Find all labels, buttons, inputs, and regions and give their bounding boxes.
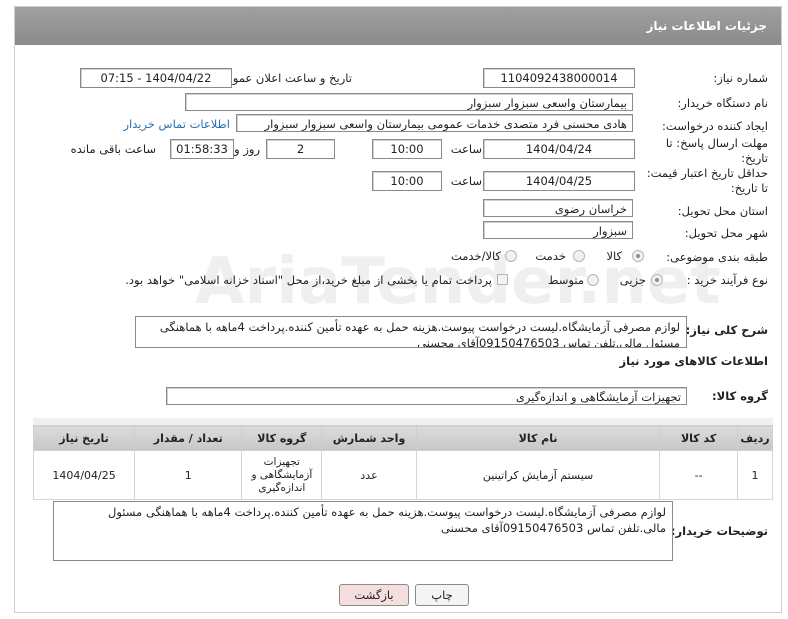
deadline-time-label: ساعت: [450, 142, 482, 156]
goods-section-title: اطلاعات کالاهای مورد نیاز: [619, 354, 768, 368]
province-label: استان محل تحویل:: [677, 204, 768, 218]
buyer-contact-link[interactable]: اطلاعات تماس خریدار: [123, 117, 230, 131]
panel-header: جزئیات اطلاعات نیاز: [15, 7, 781, 45]
deadline-label-2: تاریخ:: [741, 151, 768, 165]
row-unit: عدد: [321, 450, 417, 500]
buyer-notes-label: توضیحات خریدار:: [670, 524, 768, 538]
need-number-label: شماره نیاز:: [713, 71, 768, 85]
row-group: تجهیزات آزمایشگاهی و اندازه‌گیری: [241, 450, 323, 500]
days-label: روز و: [234, 142, 260, 156]
buyer-org-label: نام دستگاه خریدار:: [677, 96, 768, 110]
category-label: طبقه بندی موضوعی:: [666, 250, 768, 264]
process-radio-medium[interactable]: [587, 274, 599, 286]
announce-field: 1404/04/22 - 07:15: [80, 68, 232, 88]
col-code-header: کد کالا: [659, 425, 738, 451]
category-option-goods: کالا: [606, 249, 622, 263]
row-code: --: [659, 450, 738, 500]
process-option-minor: جزیی: [619, 273, 646, 287]
print-button[interactable]: چاپ: [415, 584, 469, 606]
days-remaining-field: 2: [266, 139, 335, 159]
process-option-medium: متوسط: [547, 273, 584, 287]
deadline-date-field: 1404/04/24: [483, 139, 635, 159]
category-option-goods-service: کالا/خدمت: [450, 249, 501, 263]
col-row-header: ردیف: [736, 425, 774, 451]
back-button[interactable]: بازگشت: [339, 584, 409, 606]
description-label: شرح کلی نیاز:: [685, 323, 768, 337]
process-radio-minor[interactable]: [651, 274, 663, 286]
category-radio-service[interactable]: [573, 250, 585, 262]
row-date: 1404/04/25: [32, 450, 136, 500]
buyer-notes-textarea[interactable]: لوازم مصرفی آزمایشگاه.لیست درخواست پیوست…: [53, 501, 673, 561]
price-date-field: 1404/04/25: [483, 171, 635, 191]
category-radio-goods[interactable]: [632, 250, 644, 262]
table-row: 1 -- سیستم آزمایش کراتینین عدد تجهیزات آ…: [32, 450, 774, 500]
goods-table: ردیف کد کالا نام کالا واحد شمارش گروه کا…: [32, 425, 774, 500]
remaining-time-field: 01:58:33: [170, 139, 234, 159]
price-validity-label-2: تا تاریخ:: [730, 181, 768, 195]
deadline-time-field: 10:00: [372, 139, 442, 159]
need-number-field: 1104092438000014: [483, 68, 635, 88]
announce-label: تاریخ و ساعت اعلان عمومی:: [213, 71, 352, 85]
page-title: جزئیات اطلاعات نیاز: [646, 19, 767, 33]
goods-group-label: گروه کالا:: [712, 389, 768, 403]
row-index: 1: [736, 450, 774, 500]
city-label: شهر محل تحویل:: [684, 226, 768, 240]
price-time-label: ساعت: [450, 174, 482, 188]
city-field: سبزوار: [483, 221, 633, 239]
col-qty-header: تعداد / مقدار: [134, 425, 243, 451]
buyer-org-field: بیمارستان واسعی سبزوار سبزوار: [185, 93, 633, 111]
category-option-service: خدمت: [535, 249, 566, 263]
col-group-header: گروه کالا: [241, 425, 323, 451]
treasury-payment-checkbox[interactable]: [497, 274, 508, 285]
col-unit-header: واحد شمارش: [321, 425, 417, 451]
creator-label: ایجاد کننده درخواست:: [662, 119, 768, 133]
province-field: خراسان رضوی: [483, 199, 633, 217]
treasury-payment-note: پرداخت تمام یا بخشی از مبلغ خرید،از محل …: [125, 273, 492, 287]
price-validity-label: حداقل تاریخ اعتبار قیمت:: [646, 166, 768, 180]
process-type-label: نوع فرآیند خرید :: [686, 273, 768, 287]
row-qty: 1: [134, 450, 243, 500]
description-textarea[interactable]: لوازم مصرفی آزمایشگاه.لیست درخواست پیوست…: [135, 316, 687, 348]
col-name-header: نام کالا: [415, 425, 661, 451]
creator-field: هادی محسنی فرد متصدی خدمات عمومی بیمارست…: [236, 114, 633, 132]
col-date-header: تاریخ نیاز: [32, 425, 136, 451]
goods-table-header: ردیف کد کالا نام کالا واحد شمارش گروه کا…: [32, 425, 774, 451]
row-name: سیستم آزمایش کراتینین: [415, 450, 661, 500]
deadline-label: مهلت ارسال پاسخ: تا: [665, 136, 768, 150]
price-time-field: 10:00: [372, 171, 442, 191]
page: جزئیات اطلاعات نیاز AriaTender.net شماره…: [0, 0, 788, 619]
remaining-time-label: ساعت باقی مانده: [70, 142, 156, 156]
goods-group-field: تجهیزات آزمایشگاهی و اندازه‌گیری: [166, 387, 687, 405]
category-radio-goods-service[interactable]: [505, 250, 517, 262]
